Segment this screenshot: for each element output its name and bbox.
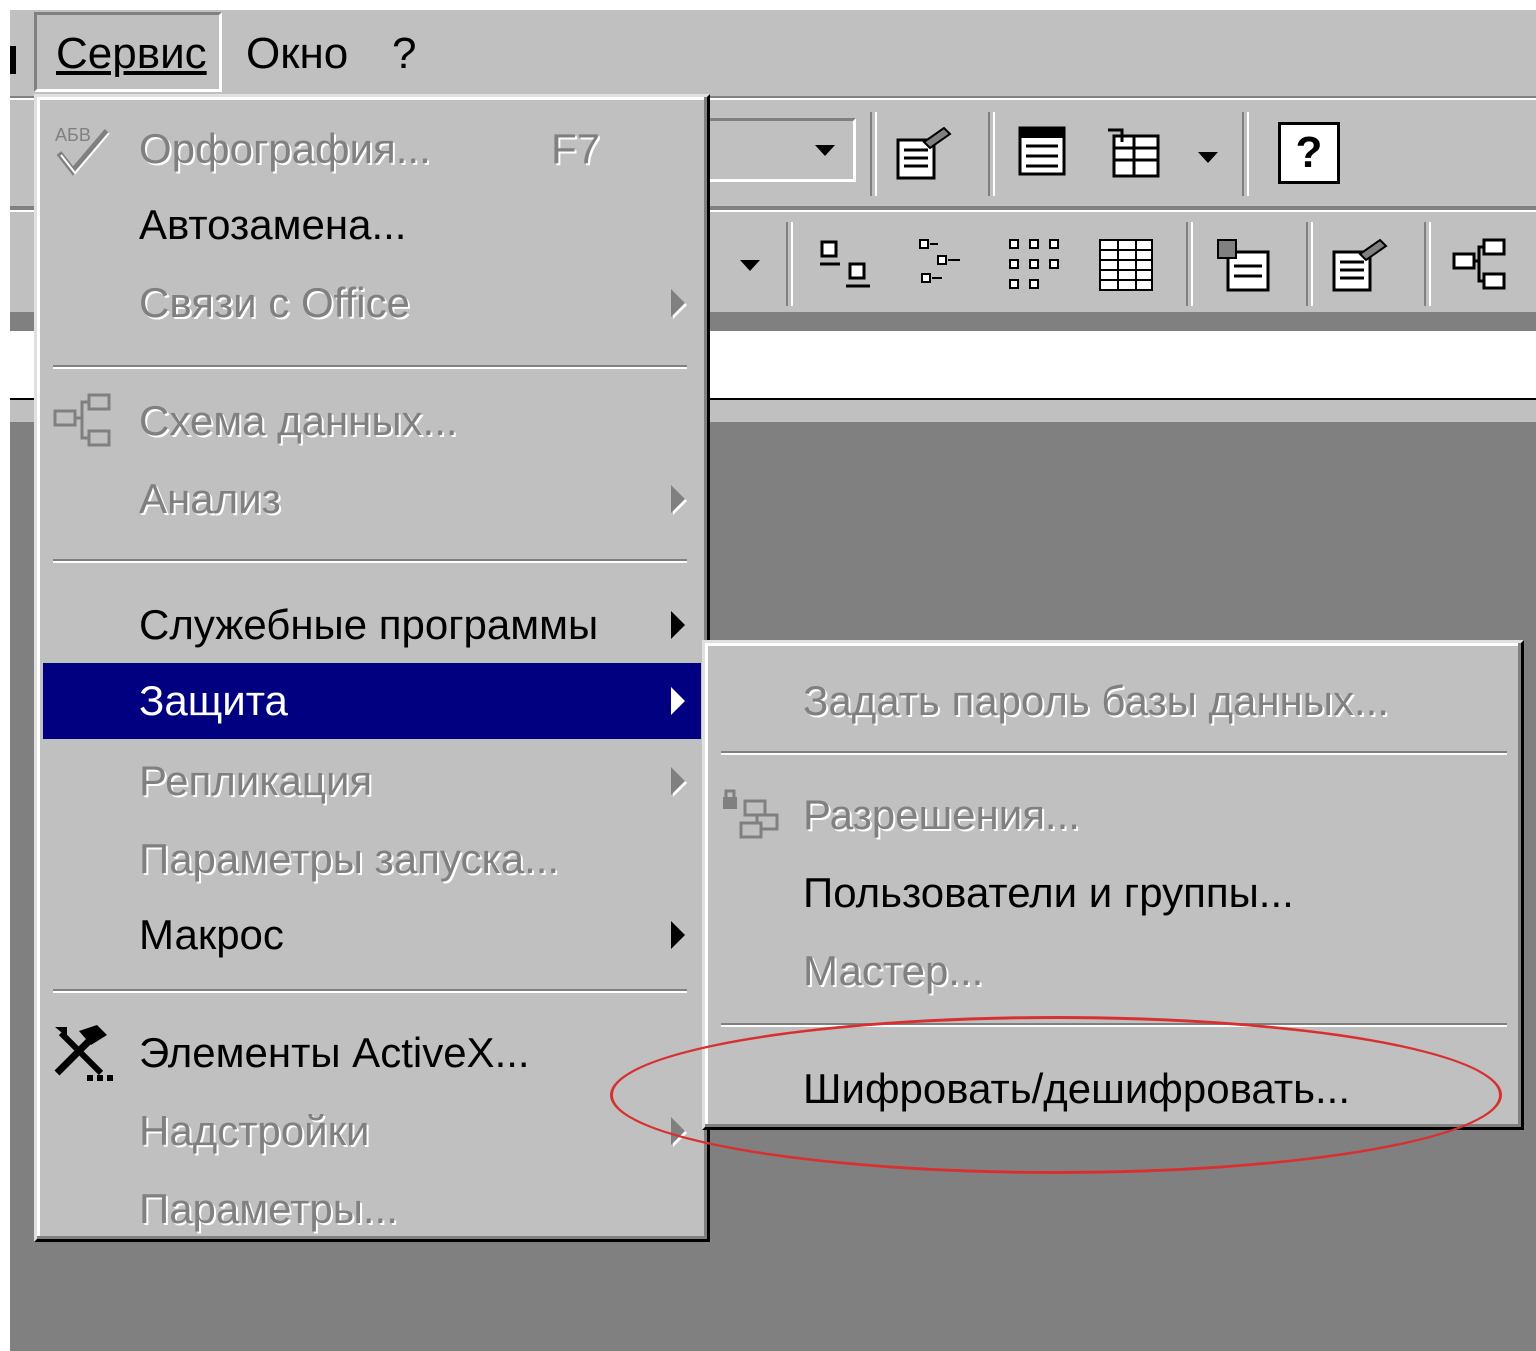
toolbar-separator bbox=[870, 112, 877, 196]
menu-item-startup[interactable]: Параметры запуска... bbox=[43, 821, 701, 897]
submenu-item-wizard[interactable]: Мастер... bbox=[711, 933, 1515, 1009]
menu-item-addins[interactable]: Надстройки bbox=[43, 1093, 701, 1169]
chevron-down-icon[interactable] bbox=[740, 260, 760, 271]
security-submenu: Задать пароль базы данных... Разрешения.… bbox=[702, 640, 1524, 1130]
menu-servis-label: Сервис bbox=[56, 29, 207, 78]
help-button[interactable]: ? bbox=[1278, 122, 1340, 184]
submenu-arrow-icon bbox=[671, 767, 685, 795]
menu-separator bbox=[721, 1023, 1507, 1027]
menu-item-relationships[interactable]: Схема данных... bbox=[43, 383, 701, 459]
permissions-icon bbox=[723, 789, 779, 839]
menu-item-security[interactable]: Защита bbox=[43, 663, 701, 739]
toolbar-separator bbox=[1186, 222, 1193, 306]
menu-item-shortcut: F7 bbox=[551, 125, 601, 172]
menu-item-activex[interactable]: Элементы ActiveX... bbox=[43, 1015, 701, 1091]
submenu-arrow-icon bbox=[671, 611, 685, 639]
menu-item-label: Элементы ActiveX... bbox=[139, 1029, 530, 1076]
menu-item-label: Мастер... bbox=[803, 947, 984, 994]
toolbar-separator bbox=[1424, 222, 1431, 306]
toolbar-separator bbox=[1306, 222, 1313, 306]
chevron-down-icon[interactable] bbox=[1198, 152, 1218, 163]
list-view-icon[interactable] bbox=[1006, 236, 1066, 294]
new-object-icon[interactable] bbox=[1014, 124, 1074, 182]
chevron-down-icon bbox=[815, 145, 835, 156]
menu-bar-edge bbox=[10, 46, 16, 74]
desktop-area: Сервис Окно ? ? АБВ Орфография... F7 Авт… bbox=[10, 10, 1536, 1351]
relationships-icon[interactable] bbox=[1450, 236, 1510, 294]
toolbar-separator bbox=[1242, 112, 1249, 196]
svg-text:АБВ: АБВ bbox=[55, 125, 91, 145]
menu-item-label: Шифровать/дешифровать... bbox=[803, 1065, 1350, 1112]
menu-okno[interactable]: Окно bbox=[246, 28, 348, 80]
menu-item-label: Защита bbox=[139, 677, 288, 724]
menu-servis[interactable]: Сервис bbox=[56, 28, 207, 80]
properties-icon[interactable] bbox=[1330, 236, 1390, 294]
menu-item-label: Параметры... bbox=[139, 1185, 398, 1232]
menu-item-macro[interactable]: Макрос bbox=[43, 897, 701, 973]
relationships-icon bbox=[53, 393, 111, 447]
menu-separator bbox=[53, 365, 687, 369]
menu-item-spelling[interactable]: АБВ Орфография... F7 bbox=[43, 111, 701, 187]
menu-item-label: Пользователи и группы... bbox=[803, 869, 1294, 916]
tools-icon bbox=[54, 1025, 113, 1081]
submenu-arrow-icon bbox=[671, 289, 685, 317]
menu-separator bbox=[53, 989, 687, 993]
menu-help[interactable]: ? bbox=[392, 28, 416, 80]
spellcheck-icon: АБВ bbox=[55, 125, 110, 176]
submenu-arrow-icon bbox=[671, 921, 685, 949]
submenu-item-set-password[interactable]: Задать пароль базы данных... bbox=[711, 663, 1515, 739]
submenu-item-users-groups[interactable]: Пользователи и группы... bbox=[711, 855, 1515, 931]
menu-item-label: Служебные программы bbox=[139, 601, 599, 648]
menu-bar: Сервис Окно ? bbox=[10, 10, 1536, 96]
properties-icon[interactable] bbox=[894, 124, 954, 182]
menu-item-options[interactable]: Параметры... bbox=[43, 1171, 701, 1247]
menu-item-autocorrect[interactable]: Автозамена... bbox=[43, 187, 701, 263]
submenu-item-permissions[interactable]: Разрешения... bbox=[711, 777, 1515, 853]
toolbar-separator bbox=[786, 222, 793, 306]
menu-item-label: Разрешения... bbox=[803, 791, 1080, 838]
small-icons-icon[interactable] bbox=[916, 236, 976, 294]
menu-item-label: Репликация bbox=[139, 757, 373, 804]
menu-item-label: Связи с Office bbox=[139, 279, 410, 326]
menu-item-label: Макрос bbox=[139, 911, 284, 958]
menu-separator bbox=[721, 751, 1507, 755]
menu-item-office-links[interactable]: Связи с Office bbox=[43, 265, 701, 341]
submenu-item-encrypt-decrypt[interactable]: Шифровать/дешифровать... bbox=[711, 1051, 1515, 1127]
menu-item-label: Орфография... bbox=[139, 125, 431, 172]
toolbar-combo[interactable] bbox=[700, 118, 856, 182]
menu-item-label: Автозамена... bbox=[139, 201, 407, 248]
menu-item-label: Анализ bbox=[139, 475, 281, 522]
toolbar-separator bbox=[988, 112, 995, 196]
menu-item-label: Схема данных... bbox=[139, 397, 458, 444]
servis-menu: АБВ Орфография... F7 Автозамена... Связи… bbox=[34, 94, 710, 1242]
menu-item-label: Параметры запуска... bbox=[139, 835, 560, 882]
menu-item-utilities[interactable]: Служебные программы bbox=[43, 587, 701, 663]
menu-item-replication[interactable]: Репликация bbox=[43, 743, 701, 819]
menu-item-label: Надстройки bbox=[139, 1107, 370, 1154]
code-icon[interactable] bbox=[1214, 236, 1274, 294]
submenu-arrow-icon bbox=[671, 1117, 685, 1145]
details-view-icon[interactable] bbox=[1096, 236, 1156, 294]
menu-item-label: Задать пароль базы данных... bbox=[803, 677, 1389, 724]
new-table-icon[interactable] bbox=[1104, 124, 1164, 182]
submenu-arrow-icon bbox=[671, 485, 685, 513]
large-icons-icon[interactable] bbox=[816, 236, 876, 294]
menu-item-analyze[interactable]: Анализ bbox=[43, 461, 701, 537]
submenu-arrow-icon bbox=[671, 687, 685, 715]
menu-separator bbox=[53, 559, 687, 563]
